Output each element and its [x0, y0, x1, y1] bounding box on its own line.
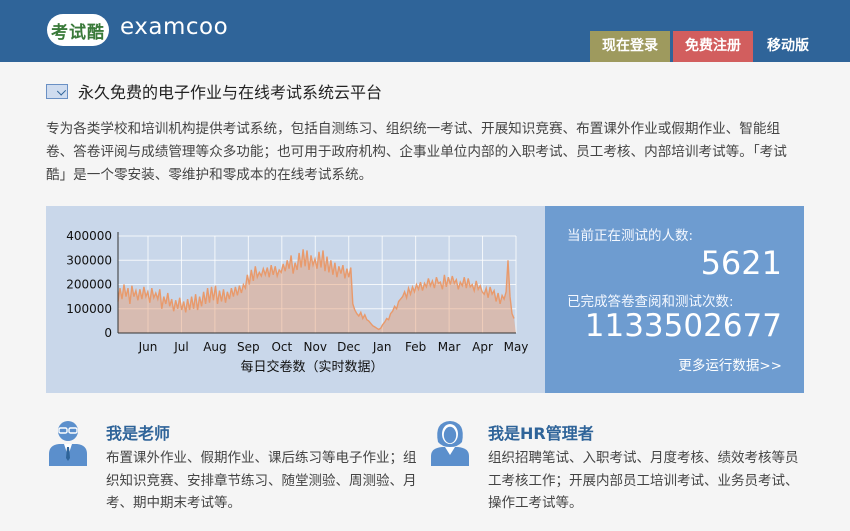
chart-xtick-label: Apr [472, 340, 493, 354]
current-testers-label: 当前正在测试的人数: [567, 228, 694, 244]
chart-xtick-label: Sep [237, 340, 260, 354]
chart-ytick-label: 200000 [66, 278, 112, 292]
stats-panel: 当前正在测试的人数: 5621 已完成答卷查阅和测试次数: 1133502677… [545, 206, 804, 393]
daily-submissions-chart: 400000 300000 200000 100000 0 Jun Jul Aug Sep Oct… [46, 206, 546, 393]
page-title-row: 永久免费的电子作业与在线考试系统云平台 [46, 80, 382, 102]
chart-ytick-label: 0 [104, 326, 112, 340]
chart-xtick-label: Oct [271, 340, 292, 354]
chart-ytick-label: 300000 [66, 253, 112, 267]
stats-section: 400000 300000 200000 100000 0 Jun Jul Aug Sep Oct… [46, 206, 804, 393]
chart-xtick-label: Mar [438, 340, 461, 354]
login-button[interactable]: 现在登录 [590, 31, 670, 62]
register-button[interactable]: 免费注册 [673, 31, 753, 62]
chart-ytick-label: 400000 [66, 229, 112, 243]
page-title: 永久免费的电子作业与在线考试系统云平台 [78, 83, 383, 102]
role-hr-title[interactable]: 我是HR管理者 [488, 420, 594, 444]
role-hr-desc: 组织招聘笔试、入职考试、月度考核、绩效考核等员工考核工作；开展内部员工培训考试、… [488, 450, 799, 511]
chart-xtick-label: Dec [337, 340, 360, 354]
chart-xtick-label: Feb [405, 340, 426, 354]
chart-xtick-label: Jul [173, 340, 188, 354]
chart-ytick-label: 100000 [66, 302, 112, 316]
chart-area-fill [118, 249, 516, 333]
mobile-version-link[interactable]: 移动版 [755, 31, 821, 62]
current-testers-value: 5621 [700, 244, 782, 282]
role-teacher-title[interactable]: 我是老师 [106, 420, 170, 444]
teacher-avatar-icon [49, 421, 87, 466]
hr-manager-avatar-icon [431, 421, 469, 466]
site-header: 考试酷 examcoo 现在登录 免费注册 移动版 [0, 0, 850, 62]
chart-xtick-label: Nov [304, 340, 327, 354]
intro-text: 专为各类学校和培训机构提供考试系统，包括自测练习、组织统一考试、开展知识竞赛、布… [46, 121, 787, 183]
chart-xtick-label: Jan [372, 340, 392, 354]
edit-icon [46, 83, 68, 99]
chart-xtick-label: May [504, 340, 529, 354]
chart-xtick-label: Jun [138, 340, 158, 354]
chart-xtick-label: Aug [203, 340, 226, 354]
more-stats-link[interactable]: 更多运行数据>> [678, 354, 782, 374]
chart-xlabel: 每日交卷数（实时数据） [240, 359, 383, 375]
role-teacher-desc: 布置课外作业、假期作业、课后练习等电子作业；组织知识竞赛、安排章节练习、随堂测验… [106, 450, 417, 511]
completed-tests-value: 1133502677 [584, 308, 782, 344]
logo-text[interactable]: examcoo [120, 14, 228, 40]
completed-tests-label: 已完成答卷查阅和测试次数: [567, 294, 734, 310]
logo-badge[interactable]: 考试酷 [47, 14, 109, 46]
chart-svg: 400000 300000 200000 100000 0 Jun Jul Aug Sep Oct… [66, 229, 529, 375]
